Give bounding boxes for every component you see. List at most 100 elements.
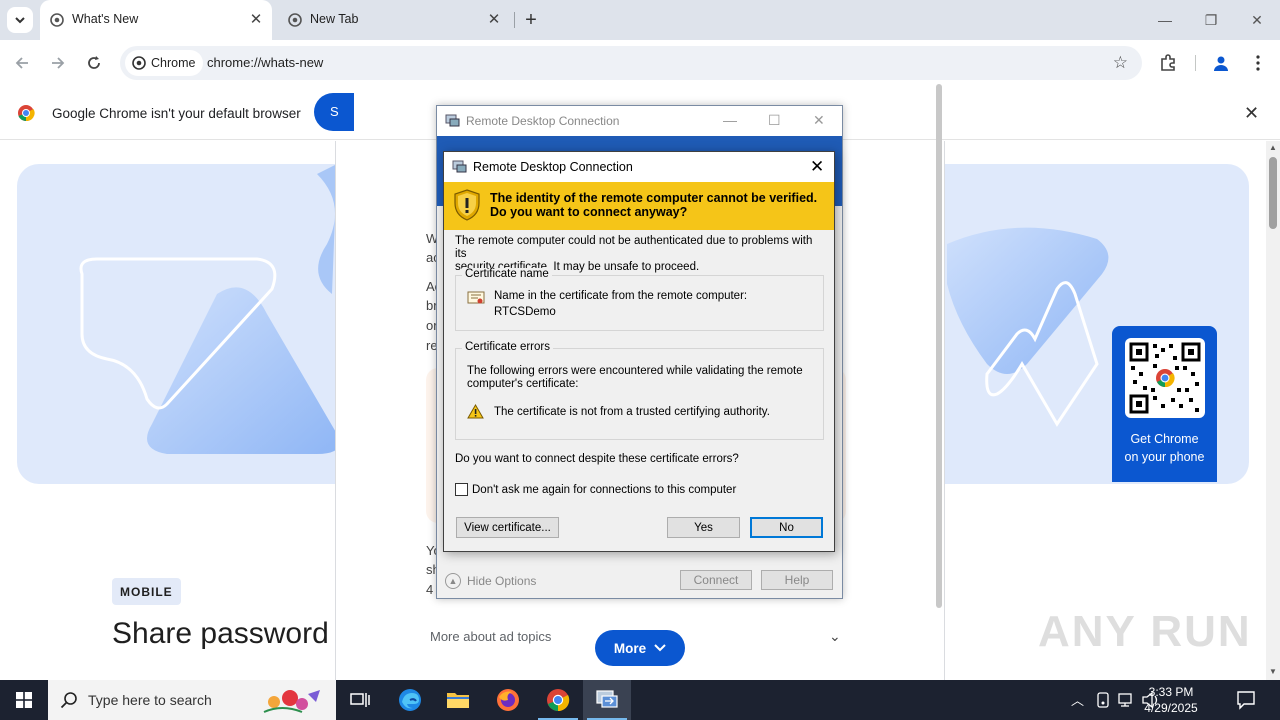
new-tab-button[interactable]: + — [519, 8, 543, 32]
reload-button[interactable] — [81, 50, 107, 76]
rdc-window-title: Remote Desktop Connection — [466, 114, 620, 128]
mobile-badge: MOBILE — [112, 578, 181, 605]
warning-banner: The identity of the remote computer cann… — [444, 182, 834, 230]
chrome-taskbar-button[interactable] — [534, 680, 582, 720]
errors-intro-line-1: The following errors were encountered wh… — [467, 365, 803, 377]
tab-title: New Tab — [310, 12, 359, 26]
tab-separator — [514, 12, 515, 28]
connect-question: Do you want to connect despite these cer… — [455, 453, 739, 465]
tab-close-icon[interactable]: ✕ — [486, 11, 502, 28]
back-button[interactable] — [9, 50, 35, 76]
qr-caption: Get Chrome on your phone — [1112, 430, 1217, 466]
chevron-up-icon: ▲ — [445, 573, 461, 589]
restore-button[interactable]: ❐ — [1188, 0, 1234, 40]
close-window-button[interactable]: ✕ — [1234, 0, 1280, 40]
clock-date: 4/29/2025 — [1144, 701, 1198, 715]
certificate-name-label: Name in the certificate from the remote … — [494, 290, 748, 302]
panel-scrollbar[interactable] — [936, 84, 942, 608]
chrome-favicon-icon — [288, 13, 302, 27]
qr-code-card: Get Chrome on your phone — [1112, 326, 1217, 482]
taskbar-search-box[interactable]: Type here to search — [48, 680, 336, 720]
qr-code — [1125, 338, 1205, 418]
dialog-title: Remote Desktop Connection — [473, 160, 633, 174]
search-icon — [60, 692, 77, 709]
extensions-button[interactable] — [1155, 50, 1181, 76]
start-button[interactable] — [0, 680, 48, 720]
tab-close-icon[interactable]: ✕ — [248, 11, 264, 28]
set-as-default-button[interactable]: S — [314, 93, 354, 131]
search-highlight-icon — [263, 690, 320, 713]
infobar-close-icon[interactable]: ✕ — [1244, 103, 1259, 124]
url-text[interactable]: chrome://whats-new — [207, 55, 323, 70]
page-scrollbar[interactable]: ▲ ▼ — [1266, 141, 1280, 680]
certificate-errors-legend: Certificate errors — [462, 341, 553, 353]
anyrun-watermark: ANY RUN — [1038, 607, 1252, 656]
tray-chevron-up-icon[interactable]: ︿ — [1071, 690, 1084, 709]
menu-button[interactable] — [1245, 50, 1271, 76]
clock-time: 3:33 PM — [1148, 685, 1194, 699]
folder-icon — [447, 693, 469, 708]
arrow-left-icon — [15, 57, 28, 69]
qr-caption-line-2: on your phone — [1124, 450, 1205, 464]
yes-button[interactable]: Yes — [667, 517, 740, 538]
dont-ask-again-row[interactable]: Don't ask me again for connections to th… — [455, 483, 736, 496]
browser-toolbar: Chrome chrome://whats-new ☆ — [0, 40, 1280, 86]
site-info-chip[interactable]: Chrome — [125, 50, 204, 76]
minimize-button[interactable]: — — [1142, 0, 1188, 40]
chevron-down-icon[interactable]: ⌄ — [829, 628, 841, 645]
edge-taskbar-button[interactable] — [386, 680, 434, 720]
maximize-button[interactable]: ☐ — [768, 112, 781, 129]
dont-ask-again-label[interactable]: Don't ask me again for connections to th… — [472, 484, 736, 496]
more-button-label: More — [613, 640, 647, 656]
firefox-taskbar-button[interactable] — [484, 680, 532, 720]
chrome-logo-icon — [18, 105, 35, 122]
scroll-up-arrow[interactable]: ▲ — [1269, 143, 1277, 152]
connect-button[interactable]: Connect — [680, 570, 752, 590]
puzzle-icon — [1161, 54, 1175, 71]
errors-intro-line-2: computer's certificate: — [467, 378, 579, 390]
rdc-taskbar-button[interactable] — [583, 680, 631, 720]
network-icon[interactable] — [1118, 692, 1136, 708]
certificate-errors-group: Certificate errors The following errors … — [455, 341, 824, 440]
dont-ask-again-checkbox[interactable] — [455, 483, 468, 496]
close-icon[interactable]: ✕ — [810, 157, 824, 177]
firefox-icon — [497, 689, 519, 711]
profile-button[interactable] — [1208, 50, 1234, 76]
minimize-button[interactable]: — — [723, 112, 737, 128]
rdc-titlebar: Remote Desktop Connection — ☐ ✕ — [437, 106, 842, 136]
tab-search-button[interactable] — [7, 7, 33, 33]
more-ad-topics-link[interactable]: More about ad topics — [430, 629, 551, 644]
certificate-name-group: Certificate name Name in the certificate… — [455, 268, 824, 331]
close-button[interactable]: ✕ — [813, 112, 825, 129]
chevron-down-icon — [654, 644, 666, 652]
task-view-button[interactable] — [336, 680, 384, 720]
no-button[interactable]: No — [750, 517, 823, 538]
view-certificate-button[interactable]: View certificate... — [456, 517, 559, 538]
scroll-down-arrow[interactable]: ▼ — [1269, 667, 1277, 676]
more-button[interactable]: More — [595, 630, 685, 666]
address-bar[interactable]: Chrome chrome://whats-new ☆ — [120, 46, 1142, 80]
system-clock[interactable]: 3:33 PM 4/29/2025 — [1140, 684, 1202, 716]
tab-whats-new[interactable]: What's New ✕ — [40, 0, 272, 40]
chip-label: Chrome — [151, 56, 196, 70]
forward-button[interactable] — [45, 50, 71, 76]
windows-taskbar: Type here to search ︿ 3:33 PM 4/29/2025 — [0, 680, 1280, 720]
chrome-icon — [132, 56, 146, 70]
tab-new-tab[interactable]: New Tab ✕ — [278, 0, 510, 40]
hide-options-button[interactable]: ▲ Hide Options — [445, 573, 536, 589]
bookmark-star-icon[interactable]: ☆ — [1113, 53, 1128, 73]
notification-icon[interactable] — [1236, 690, 1256, 710]
infobar-message: Google Chrome isn't your default browser — [52, 106, 301, 121]
chrome-icon — [547, 689, 570, 712]
edge-icon — [399, 689, 421, 711]
qr-code-image — [1129, 342, 1201, 414]
file-explorer-taskbar-button[interactable] — [434, 680, 482, 720]
certificate-name-legend: Certificate name — [462, 268, 552, 280]
toolbar-separator — [1195, 55, 1196, 71]
shield-warning-icon — [454, 189, 480, 221]
network-drive-icon[interactable] — [1096, 692, 1110, 708]
help-button[interactable]: Help — [761, 570, 833, 590]
page-scrollbar-thumb[interactable] — [1269, 157, 1277, 229]
windows-logo-icon — [16, 692, 32, 708]
chevron-down-icon — [15, 17, 25, 24]
